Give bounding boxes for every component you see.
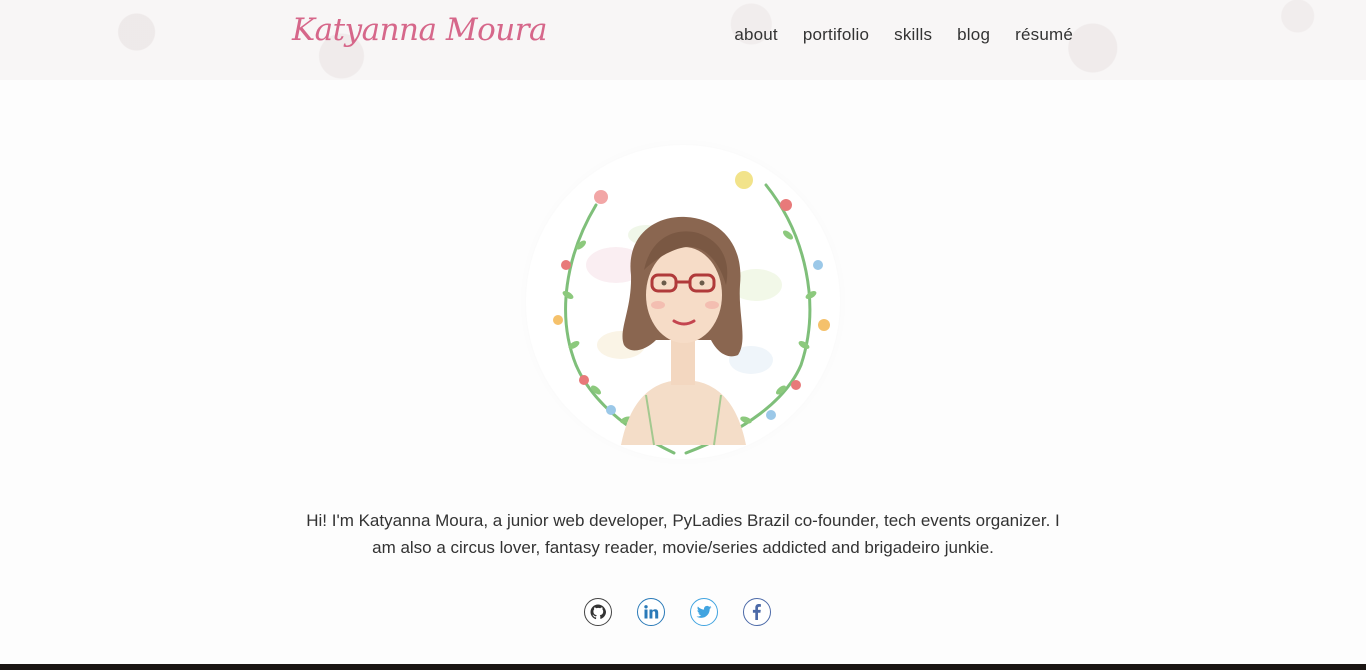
linkedin-icon xyxy=(644,605,659,619)
watercolor-portrait-illustration xyxy=(533,152,833,455)
github-link[interactable] xyxy=(584,598,612,626)
nav-blog[interactable]: blog xyxy=(957,25,990,45)
linkedin-link[interactable] xyxy=(637,598,665,626)
nav-about[interactable]: about xyxy=(734,25,778,45)
site-header: Katyanna Moura about portifolio skills b… xyxy=(0,0,1366,80)
main-nav: about portifolio skills blog résumé xyxy=(709,25,1073,45)
bio-text: Hi! I'm Katyanna Moura, a junior web dev… xyxy=(306,511,1060,557)
nav-resume[interactable]: résumé xyxy=(1015,25,1073,45)
profile-portrait xyxy=(526,145,840,459)
nav-skills[interactable]: skills xyxy=(894,25,932,45)
site-logo[interactable]: Katyanna Moura xyxy=(292,12,548,48)
twitter-icon xyxy=(696,605,712,618)
nav-portfolio[interactable]: portifolio xyxy=(803,25,869,45)
twitter-link[interactable] xyxy=(690,598,718,626)
social-links xyxy=(584,598,771,626)
footer-edge xyxy=(0,664,1366,670)
github-icon xyxy=(590,604,606,620)
facebook-icon xyxy=(752,604,761,620)
facebook-link[interactable] xyxy=(743,598,771,626)
